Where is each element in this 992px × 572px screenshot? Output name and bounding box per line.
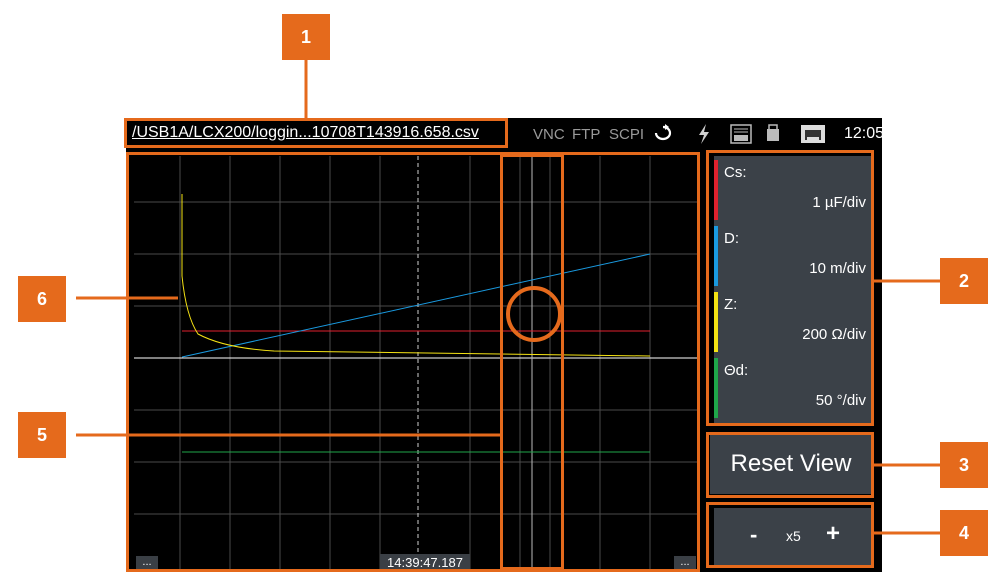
callout-number-2: 2 (940, 258, 988, 304)
callout-number-1: 1 (282, 14, 330, 60)
callout-leaders (76, 60, 942, 535)
callout-number-3: 3 (940, 442, 988, 488)
callout-number-4: 4 (940, 510, 988, 556)
callout-number-6: 6 (18, 276, 66, 322)
cursor-highlight-circle (506, 286, 562, 342)
callout-number-5: 5 (18, 412, 66, 458)
